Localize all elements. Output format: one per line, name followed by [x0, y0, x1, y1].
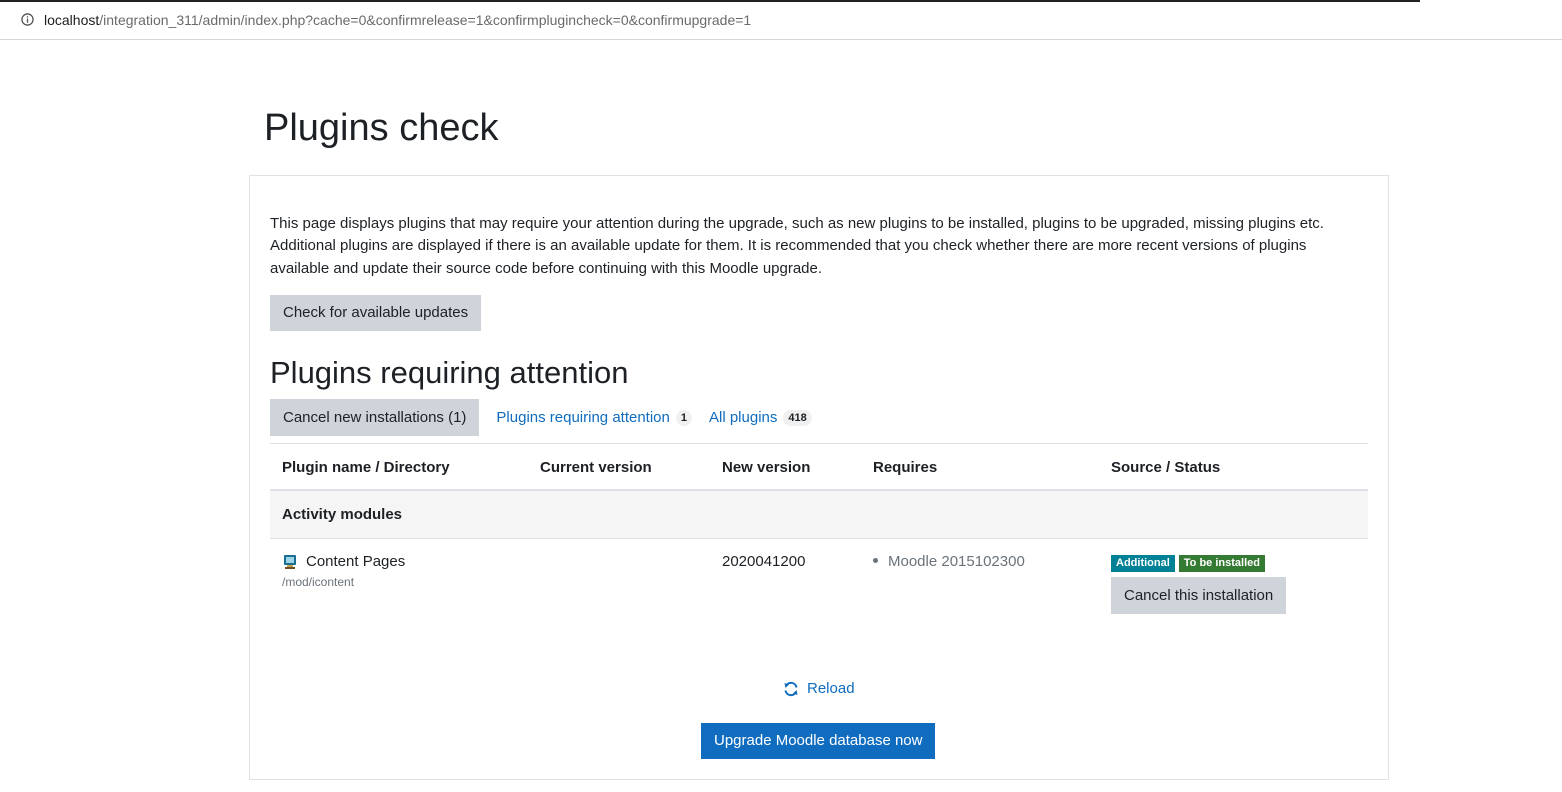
filter-tabs: Cancel new installations (1) Plugins req…	[270, 399, 812, 436]
reload-label: Reload	[807, 680, 855, 697]
status-badges: Additional To be installed	[1111, 555, 1265, 572]
url-text[interactable]: localhost/integration_311/admin/index.ph…	[44, 11, 751, 29]
plugin-requires: Moodle 2015102300	[873, 553, 1025, 570]
tab-attention-label: Plugins requiring attention	[496, 409, 670, 426]
tab-plugins-requiring-attention[interactable]: Plugins requiring attention 1	[496, 409, 692, 426]
page-title: Plugins check	[264, 107, 499, 149]
requires-text: Moodle 2015102300	[888, 553, 1025, 570]
header-requires: Requires	[873, 459, 938, 476]
status-badge: To be installed	[1178, 555, 1265, 572]
upgrade-database-button[interactable]: Upgrade Moodle database now	[701, 723, 936, 759]
url-path: /integration_311/admin/index.php?cache=0…	[99, 12, 752, 28]
plugin-new-version: 2020041200	[722, 553, 806, 570]
cancel-new-installations-button[interactable]: Cancel new installations (1)	[270, 399, 480, 436]
header-source-status: Source / Status	[1111, 459, 1221, 476]
plugins-check-card: This page displays plugins that may requ…	[249, 175, 1389, 780]
bullet-icon	[873, 557, 878, 563]
tab-all-label: All plugins	[709, 409, 778, 426]
section-title: Plugins requiring attention	[270, 355, 629, 390]
all-count-badge: 418	[783, 409, 812, 426]
check-updates-button[interactable]: Check for available updates	[270, 295, 482, 331]
browser-url-bar[interactable]: localhost/integration_311/admin/index.ph…	[0, 0, 1562, 40]
info-icon[interactable]	[21, 13, 34, 26]
header-current-version: Current version	[540, 459, 652, 476]
table-row: Content Pages /mod/icontent 2020041200 M…	[270, 539, 1368, 629]
reload-link[interactable]: Reload	[783, 680, 855, 697]
header-new-version: New version	[722, 459, 811, 476]
intro-text: This page displays plugins that may requ…	[270, 215, 1324, 277]
source-badge: Additional	[1111, 555, 1175, 572]
content-pages-icon	[284, 555, 296, 569]
cancel-installation-button[interactable]: Cancel this installation	[1111, 577, 1287, 614]
tab-all-plugins[interactable]: All plugins 418	[709, 409, 812, 426]
header-plugin-name: Plugin name / Directory	[282, 459, 450, 476]
table-header: Plugin name / Directory Current version …	[270, 443, 1368, 491]
refresh-icon	[784, 681, 798, 696]
plugin-name: Content Pages	[306, 553, 406, 570]
group-name: Activity modules	[282, 506, 403, 523]
plugin-directory: /mod/icontent	[282, 575, 355, 589]
url-host: localhost	[44, 12, 100, 28]
attention-count-badge: 1	[675, 409, 692, 426]
table-group-row: Activity modules	[270, 491, 1368, 539]
window-edge	[0, 0, 1420, 2]
